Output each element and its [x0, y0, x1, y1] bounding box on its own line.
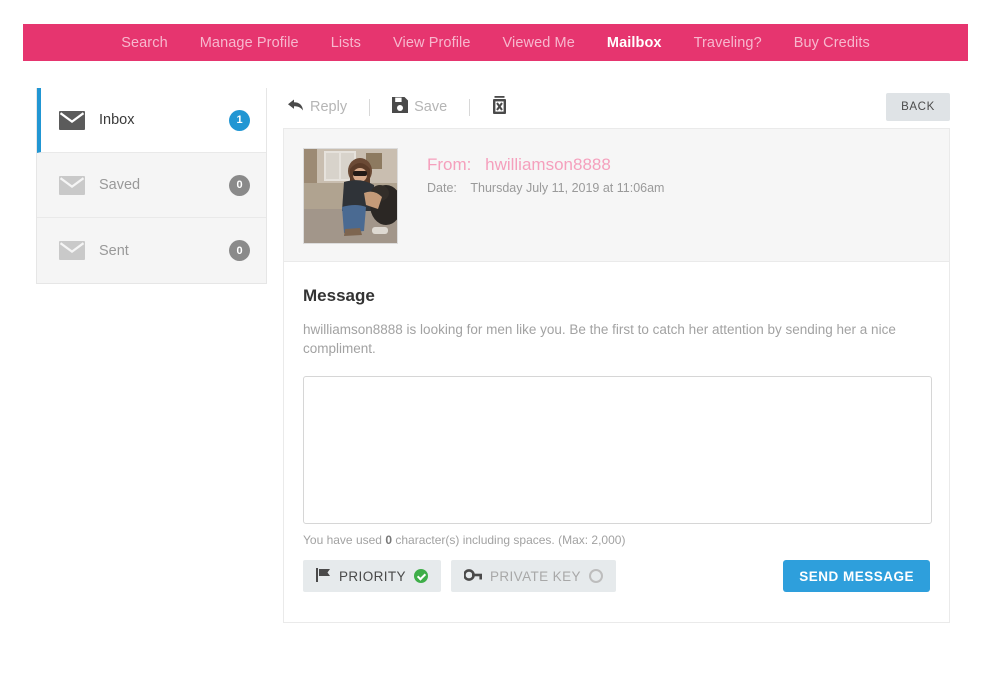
- nav-label: View Profile: [393, 34, 471, 51]
- sidebar-item-saved[interactable]: Saved 0: [37, 153, 266, 218]
- nav-item-mailbox[interactable]: Mailbox: [591, 24, 678, 64]
- floppy-disk-icon: [392, 97, 409, 117]
- counter-count: 0: [385, 533, 392, 547]
- from-line: From: hwilliamson8888: [427, 155, 664, 175]
- send-message-button[interactable]: SEND MESSAGE: [783, 560, 930, 592]
- nav-item-traveling[interactable]: Traveling?: [678, 24, 778, 61]
- nav-item-buy-credits[interactable]: Buy Credits: [778, 24, 886, 61]
- private-key-toggle[interactable]: PRIVATE KEY: [450, 560, 616, 592]
- reply-textarea[interactable]: [303, 376, 932, 524]
- priority-toggle[interactable]: PRIORITY: [303, 560, 441, 592]
- counter-suffix: character(s) including spaces. (Max: 2,0…: [395, 533, 626, 547]
- nav-label: Lists: [330, 34, 362, 51]
- mailbox-folder-list: Inbox 1 Saved 0 Sent 0: [36, 88, 267, 284]
- trash-icon: [492, 96, 507, 118]
- priority-check-icon: [413, 569, 428, 583]
- unread-count-badge: 1: [229, 109, 250, 131]
- nav-label: Mailbox: [606, 34, 662, 51]
- message-section-title: Message: [303, 286, 375, 305]
- compose-options-row: PRIORITY PRIVATE KEY SEND MESSAGE: [303, 560, 930, 592]
- from-username[interactable]: hwilliamson8888: [485, 155, 611, 174]
- back-label: BACK: [901, 101, 935, 113]
- delete-button[interactable]: [488, 96, 511, 118]
- nav-item-viewed-me[interactable]: Viewed Me: [487, 24, 591, 61]
- back-button[interactable]: BACK: [886, 93, 950, 121]
- counter-prefix: You have used: [303, 533, 382, 547]
- nav-label: Traveling?: [693, 34, 762, 51]
- save-label: Save: [414, 99, 448, 115]
- sidebar-item-sent[interactable]: Sent 0: [37, 218, 266, 283]
- toolbar-divider: [369, 98, 371, 116]
- unread-count-badge: 0: [229, 240, 250, 261]
- priority-label: PRIORITY: [339, 568, 406, 584]
- envelope-icon: [59, 175, 85, 195]
- toolbar-divider: [469, 98, 471, 116]
- reply-label: Reply: [310, 99, 348, 115]
- from-label: From:: [427, 155, 472, 174]
- nav-label: Viewed Me: [502, 34, 575, 51]
- send-label: SEND MESSAGE: [799, 568, 914, 584]
- flag-icon: [316, 567, 331, 585]
- date-value: Thursday July 11, 2019 at 11:06am: [470, 181, 665, 195]
- key-icon: [463, 568, 482, 585]
- nav-label: Search: [121, 34, 168, 51]
- nav-item-manage-profile[interactable]: Manage Profile: [184, 24, 315, 61]
- save-button[interactable]: Save: [388, 97, 451, 117]
- message-panel: From: hwilliamson8888 Date: Thursday Jul…: [283, 128, 950, 623]
- nav-label: Manage Profile: [199, 34, 299, 51]
- date-label: Date:: [427, 181, 457, 195]
- sidebar-item-label: Inbox: [99, 112, 135, 128]
- envelope-icon: [59, 110, 85, 130]
- message-body: Message hwilliamson8888 is looking for m…: [284, 262, 949, 592]
- nav-item-search[interactable]: Search: [105, 24, 184, 61]
- date-line: Date: Thursday July 11, 2019 at 11:06am: [427, 181, 664, 195]
- reply-arrow-icon: [287, 98, 304, 116]
- sidebar-item-label: Sent: [99, 242, 129, 259]
- sidebar-item-inbox[interactable]: Inbox 1: [37, 88, 266, 153]
- primary-navigation: Search Manage Profile Lists View Profile…: [23, 24, 968, 64]
- unread-count-badge: 0: [229, 174, 250, 196]
- message-text: hwilliamson8888 is looking for men like …: [303, 322, 896, 356]
- character-counter: You have used 0 character(s) including s…: [303, 533, 930, 547]
- sidebar-item-label: Saved: [99, 177, 141, 193]
- nav-label: Buy Credits: [793, 34, 870, 51]
- message-header: From: hwilliamson8888 Date: Thursday Jul…: [284, 129, 949, 262]
- private-key-label: PRIVATE KEY: [489, 568, 581, 584]
- nav-item-lists[interactable]: Lists: [315, 24, 377, 61]
- reply-button[interactable]: Reply: [283, 98, 351, 116]
- message-toolbar: Reply Save BACK: [283, 90, 950, 124]
- sender-avatar[interactable]: [303, 148, 398, 244]
- nav-item-view-profile[interactable]: View Profile: [377, 24, 487, 61]
- message-meta: From: hwilliamson8888 Date: Thursday Jul…: [398, 148, 664, 195]
- envelope-icon: [59, 241, 85, 260]
- private-key-check-icon: [588, 569, 603, 583]
